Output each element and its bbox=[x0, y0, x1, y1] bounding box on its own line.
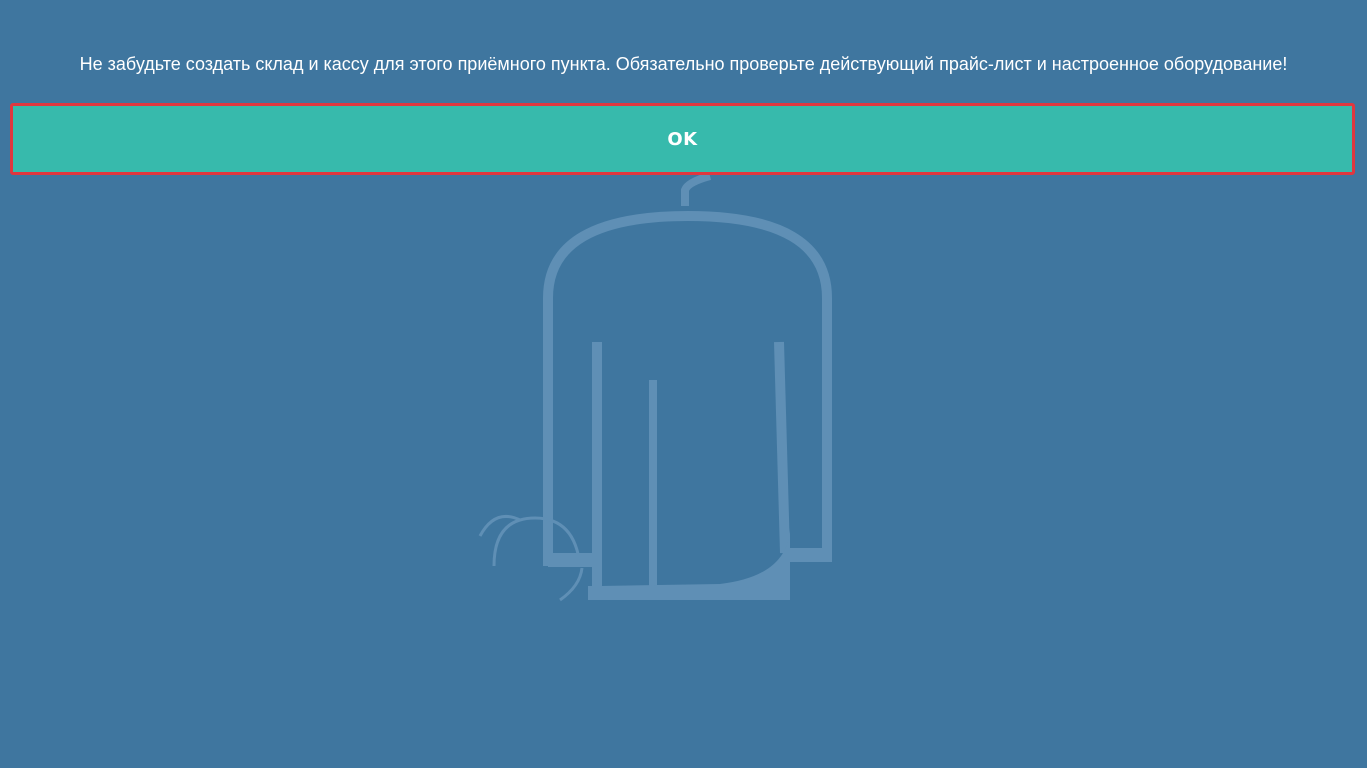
dialog-screen: Не забудьте создать склад и кассу для эт… bbox=[0, 0, 1367, 768]
warning-message: Не забудьте создать склад и кассу для эт… bbox=[79, 54, 1288, 74]
ok-button[interactable]: OK bbox=[10, 103, 1355, 175]
washing-bag-icon bbox=[478, 172, 832, 602]
